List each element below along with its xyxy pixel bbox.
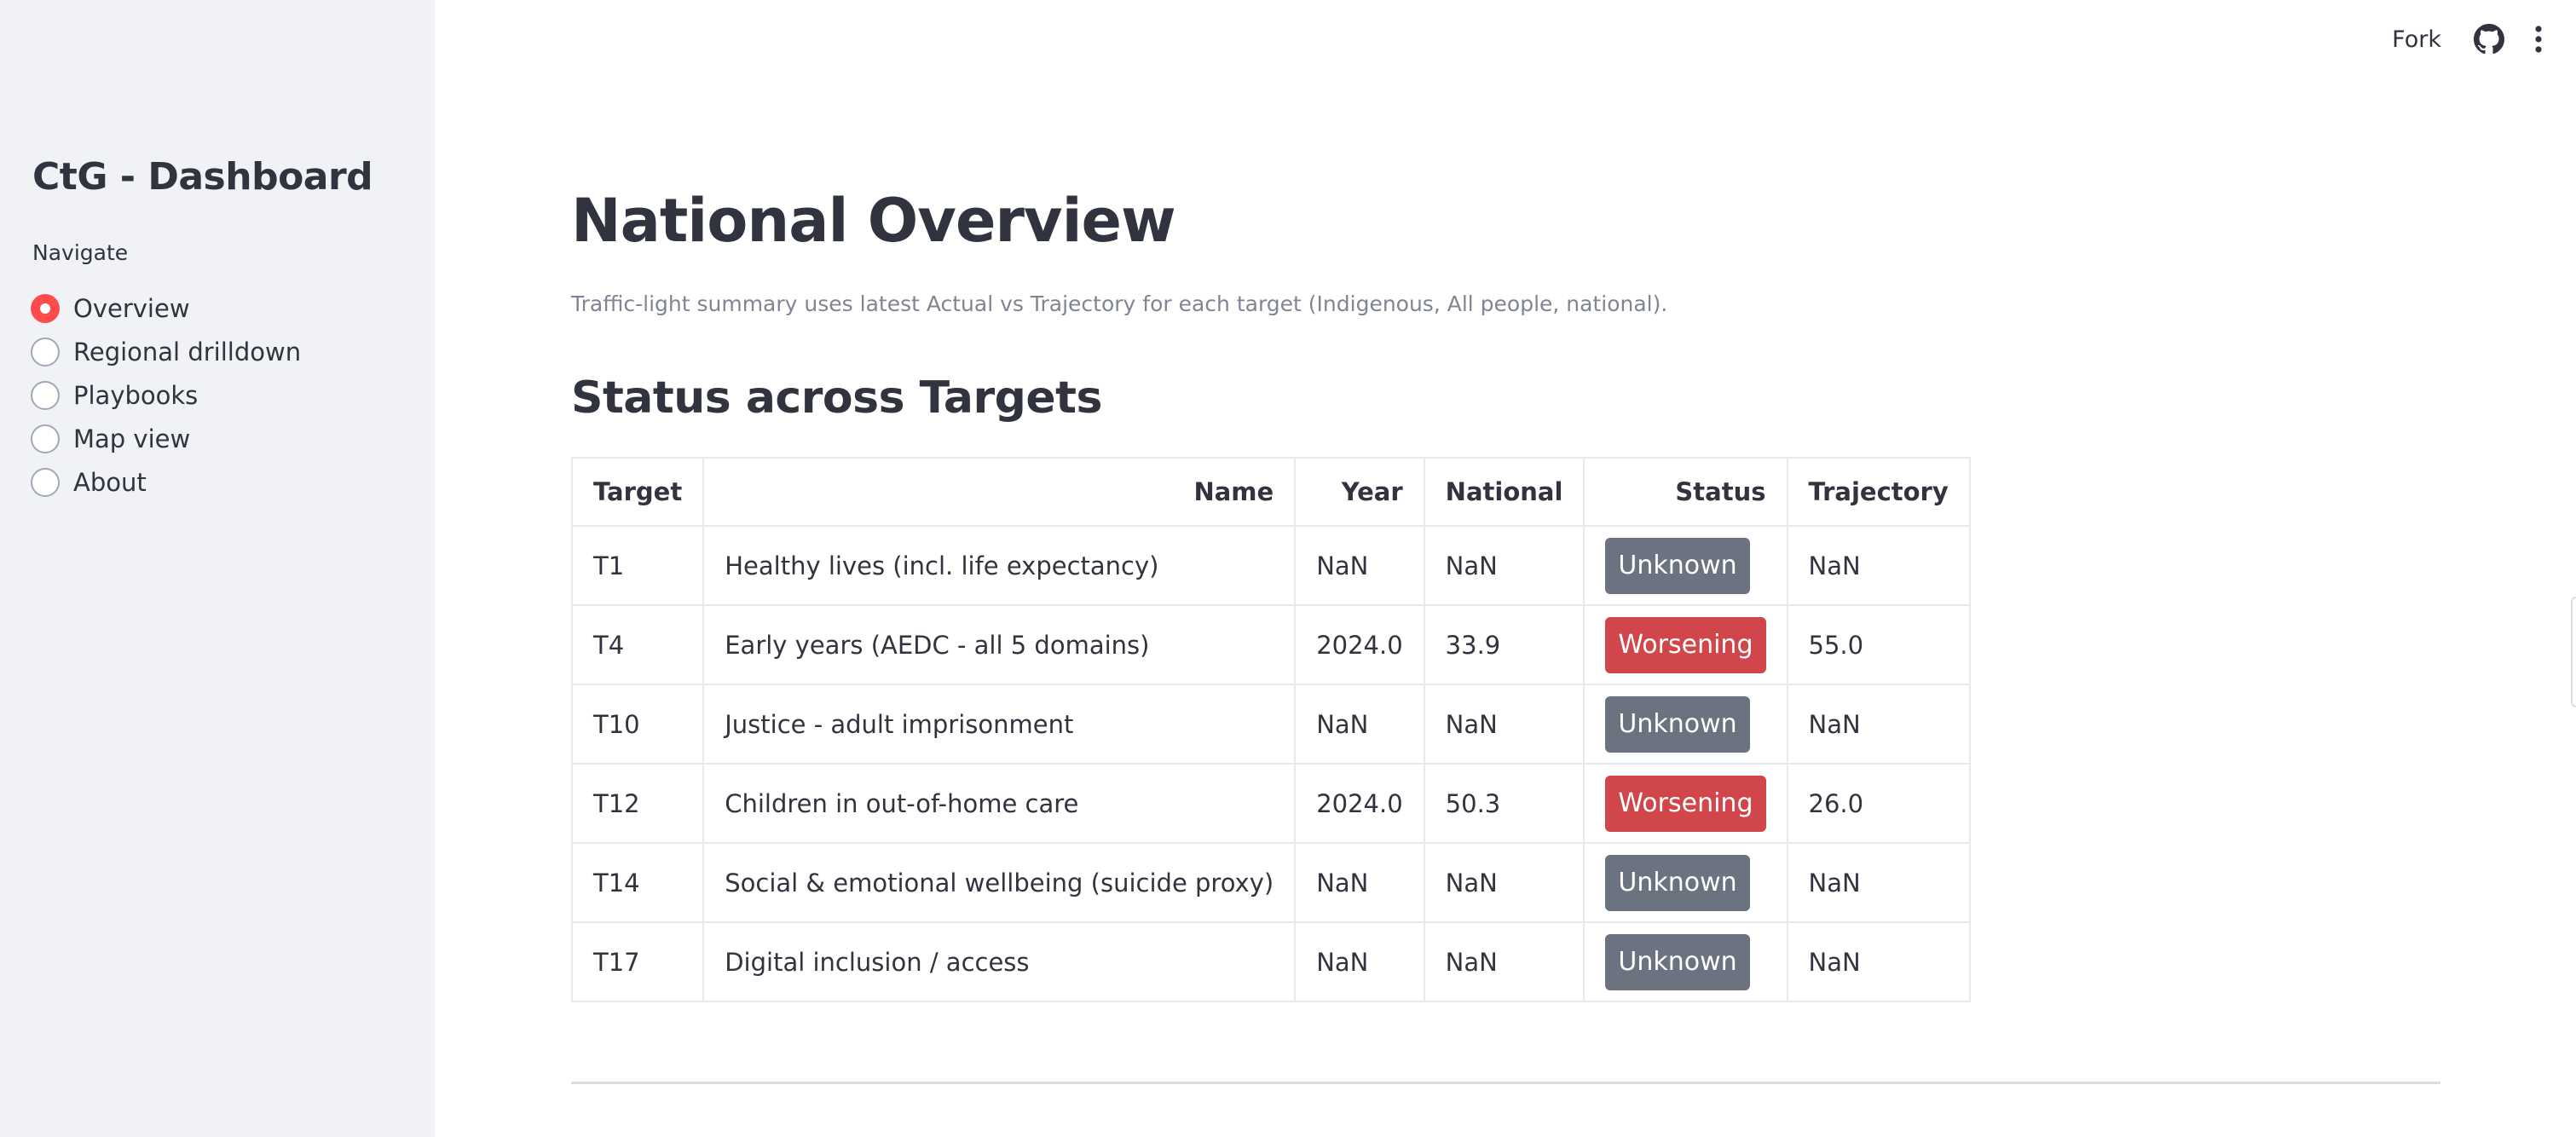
table-cell-national: NaN	[1423, 684, 1585, 765]
app-root: CtG - Dashboard Navigate Overview Region…	[0, 0, 2576, 1137]
column-header-target[interactable]: Target	[570, 457, 705, 527]
table-cell-trajectory: 55.0	[1786, 604, 1971, 685]
nav-item-label: About	[73, 467, 147, 497]
github-icon[interactable]	[2474, 24, 2504, 55]
table-cell-trajectory: 26.0	[1786, 763, 1971, 844]
nav-item-playbooks[interactable]: Playbooks	[31, 373, 301, 417]
header-toolbar: Fork	[2392, 24, 2544, 55]
table-cell-year: 2024.0	[1294, 604, 1425, 685]
table-row: T14 Social & emotional wellbeing (suicide…	[570, 842, 1971, 923]
table-cell-name: Justice - adult imprisonment	[702, 684, 1297, 765]
column-header-name[interactable]: Name	[702, 457, 1297, 527]
table-cell-national: NaN	[1423, 921, 1585, 1002]
table-cell-target: T12	[570, 763, 705, 844]
table-row: T1 Healthy lives (incl. life expectancy) N…	[570, 525, 1971, 606]
divider	[571, 1082, 2440, 1084]
table-cell-trajectory: NaN	[1786, 842, 1971, 923]
nav-radio-group: Overview Regional drilldown Playbooks Ma…	[31, 286, 301, 504]
table-cell-target: T14	[570, 842, 705, 923]
table-row: T12 Children in out-of-home care 2024.0 50.…	[570, 763, 1971, 844]
table-cell-status: Unknown	[1583, 684, 1788, 765]
table-row: T17 Digital inclusion / access NaN NaN Unkno…	[570, 921, 1971, 1002]
table-cell-year: NaN	[1294, 921, 1425, 1002]
table-cell-name: Early years (AEDC - all 5 domains)	[702, 604, 1297, 685]
table-header-row: Target Name Year National Status Traject…	[570, 457, 1971, 527]
nav-item-label: Playbooks	[73, 380, 199, 410]
fork-button[interactable]: Fork	[2392, 26, 2441, 53]
section-title: Status across Targets	[571, 372, 1102, 424]
table-cell-target: T4	[570, 604, 705, 685]
more-vertical-icon[interactable]	[2533, 24, 2544, 55]
table-cell-trajectory: NaN	[1786, 525, 1971, 606]
table-cell-national: NaN	[1423, 842, 1585, 923]
table-row: T10 Justice - adult imprisonment NaN NaN Unk…	[570, 684, 1971, 765]
sidebar-title: CtG - Dashboard	[32, 155, 373, 199]
status-badge: Unknown	[1605, 933, 1750, 990]
table-cell-year: NaN	[1294, 525, 1425, 606]
table-cell-status: Worsening	[1583, 763, 1788, 844]
table-body: T1 Healthy lives (incl. life expectancy) N…	[570, 525, 1971, 1002]
page-caption: Traffic-light summary uses latest Actual…	[571, 291, 1668, 316]
sidebar-collapse-handle[interactable]	[2571, 597, 2576, 707]
nav-item-label: Map view	[73, 424, 191, 453]
column-header-status[interactable]: Status	[1583, 457, 1788, 527]
radio-button[interactable]	[31, 380, 60, 410]
table-cell-year: NaN	[1294, 842, 1425, 923]
nav-item-label: Overview	[73, 293, 190, 323]
nav-item-map-view[interactable]: Map view	[31, 417, 301, 460]
table-cell-status: Unknown	[1583, 921, 1788, 1002]
table-cell-status: Unknown	[1583, 525, 1788, 606]
table-cell-target: T17	[570, 921, 705, 1002]
column-header-trajectory[interactable]: Trajectory	[1786, 457, 1971, 527]
table-cell-national: 33.9	[1423, 604, 1585, 685]
table-cell-name: Children in out-of-home care	[702, 763, 1297, 844]
radio-button[interactable]	[31, 424, 60, 453]
nav-label: Navigate	[32, 240, 129, 265]
table-cell-name: Healthy lives (incl. life expectancy)	[702, 525, 1297, 606]
table-cell-name: Social & emotional wellbeing (suicide pr…	[702, 842, 1297, 923]
status-badge: Unknown	[1605, 854, 1750, 911]
column-header-year[interactable]: Year	[1294, 457, 1425, 527]
table-row: T4 Early years (AEDC - all 5 domains) 2024…	[570, 604, 1971, 685]
status-badge: Worsening	[1605, 775, 1766, 832]
status-badge: Worsening	[1605, 616, 1766, 673]
table-cell-trajectory: NaN	[1786, 921, 1971, 1002]
table-cell-year: 2024.0	[1294, 763, 1425, 844]
status-table: Target Name Year National Status Traject…	[570, 457, 1971, 1002]
radio-dot	[40, 303, 50, 314]
table-cell-target: T1	[570, 525, 705, 606]
radio-button[interactable]	[31, 293, 60, 323]
table-cell-target: T10	[570, 684, 705, 765]
table-cell-status: Unknown	[1583, 842, 1788, 923]
nav-item-about[interactable]: About	[31, 460, 301, 504]
nav-item-overview[interactable]: Overview	[31, 286, 301, 330]
page-title: National Overview	[571, 186, 1176, 256]
nav-item-label: Regional drilldown	[73, 337, 302, 366]
table-cell-status: Worsening	[1583, 604, 1788, 685]
table-cell-national: 50.3	[1423, 763, 1585, 844]
radio-button[interactable]	[31, 467, 60, 497]
sidebar: CtG - Dashboard Navigate Overview Region…	[0, 0, 435, 1137]
nav-item-regional-drilldown[interactable]: Regional drilldown	[31, 330, 301, 373]
table-cell-national: NaN	[1423, 525, 1585, 606]
status-badge: Unknown	[1605, 537, 1750, 594]
table-cell-year: NaN	[1294, 684, 1425, 765]
column-header-national[interactable]: National	[1423, 457, 1585, 527]
radio-button[interactable]	[31, 337, 60, 366]
table-cell-trajectory: NaN	[1786, 684, 1971, 765]
status-badge: Unknown	[1605, 695, 1750, 753]
table-cell-name: Digital inclusion / access	[702, 921, 1297, 1002]
